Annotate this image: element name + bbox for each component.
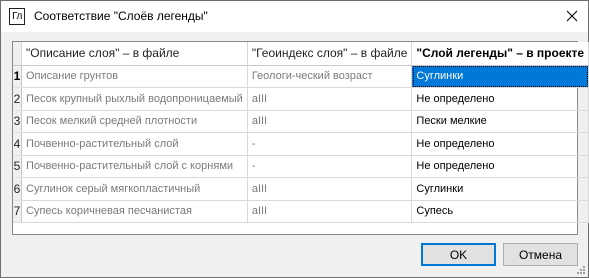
description-cell[interactable]: Почвенно-растительный слой с корнями [21, 155, 248, 178]
table-row[interactable]: 7 Супесь коричневая песчанистая aIII Суп… [13, 200, 589, 223]
table-row[interactable]: 3 Песок мелкий средней плотности aIII Пе… [13, 110, 589, 133]
description-cell[interactable]: Почвенно-растительный слой [21, 132, 248, 156]
layer-mapping-grid[interactable]: "Описание слоя" – в файле "Геоиндекс сло… [12, 41, 589, 235]
table-row[interactable]: 6 Суглинок серый мягкопластичный aIII Су… [13, 177, 589, 201]
app-icon: Гл [9, 8, 25, 25]
row-number[interactable]: 6 [13, 177, 22, 201]
geoindex-cell[interactable]: - [247, 155, 413, 178]
table-row[interactable]: 1 Описание грунтов Геологи-ческий возрас… [13, 65, 589, 88]
geoindex-cell[interactable]: - [247, 132, 413, 156]
table-row[interactable]: 5 Почвенно-растительный слой с корнями -… [13, 155, 589, 178]
table-row[interactable]: 4 Почвенно-растительный слой - Не опреде… [13, 132, 589, 156]
description-cell[interactable]: Песок мелкий средней плотности [21, 110, 248, 133]
description-cell[interactable]: Песок крупный рыхлый водопроницаемый [21, 87, 248, 111]
close-button[interactable] [555, 1, 588, 31]
description-cell[interactable]: Описание грунтов [21, 65, 248, 88]
table-row[interactable]: 2 Песок крупный рыхлый водопроницаемый a… [13, 87, 589, 111]
description-cell[interactable]: Суглинок серый мягкопластичный [21, 177, 248, 201]
legend-layer-cell[interactable]: Суглинки [411, 177, 589, 201]
geoindex-cell[interactable]: aIII [247, 177, 413, 201]
row-number[interactable]: 7 [13, 200, 22, 223]
ok-button[interactable]: OK [421, 243, 496, 266]
legend-layer-cell[interactable]: Пески мелкие [411, 110, 589, 133]
geoindex-cell[interactable]: aIII [247, 200, 413, 223]
column-header-description[interactable]: "Описание слоя" – в файле [21, 42, 248, 66]
cancel-button[interactable]: Отмена [503, 243, 578, 266]
column-header-geoindex[interactable]: "Геоиндекс слоя" – в файле [247, 42, 413, 66]
legend-layer-cell[interactable]: Не определено [411, 155, 589, 178]
geoindex-cell[interactable]: aIII [247, 110, 413, 133]
close-icon [566, 10, 577, 22]
legend-layer-cell[interactable]: Суглинки [411, 65, 589, 88]
row-number[interactable]: 1 [13, 65, 22, 88]
row-number[interactable]: 5 [13, 155, 22, 178]
column-header-legend-layer[interactable]: "Слой легенды" – в проекте [411, 42, 589, 66]
resize-grip-icon[interactable] [576, 265, 586, 275]
dialog-window: Гл Соответствие "Слоёв легенды" "Описани… [0, 0, 589, 278]
legend-layer-cell[interactable]: Не определено [411, 132, 589, 156]
title-bar[interactable]: Гл Соответствие "Слоёв легенды" [1, 1, 588, 32]
window-title: Соответствие "Слоёв легенды" [34, 9, 208, 23]
grid-corner-cell [13, 42, 22, 66]
row-number[interactable]: 3 [13, 110, 22, 133]
row-number[interactable]: 2 [13, 87, 22, 111]
row-number[interactable]: 4 [13, 132, 22, 156]
grid-header-row: "Описание слоя" – в файле "Геоиндекс сло… [13, 42, 589, 66]
description-cell[interactable]: Супесь коричневая песчанистая [21, 200, 248, 223]
geoindex-cell[interactable]: Геологи-ческий возраст [247, 65, 413, 88]
legend-layer-cell[interactable]: Не определено [411, 87, 589, 111]
legend-layer-cell[interactable]: Супесь [411, 200, 589, 223]
geoindex-cell[interactable]: aIII [247, 87, 413, 111]
